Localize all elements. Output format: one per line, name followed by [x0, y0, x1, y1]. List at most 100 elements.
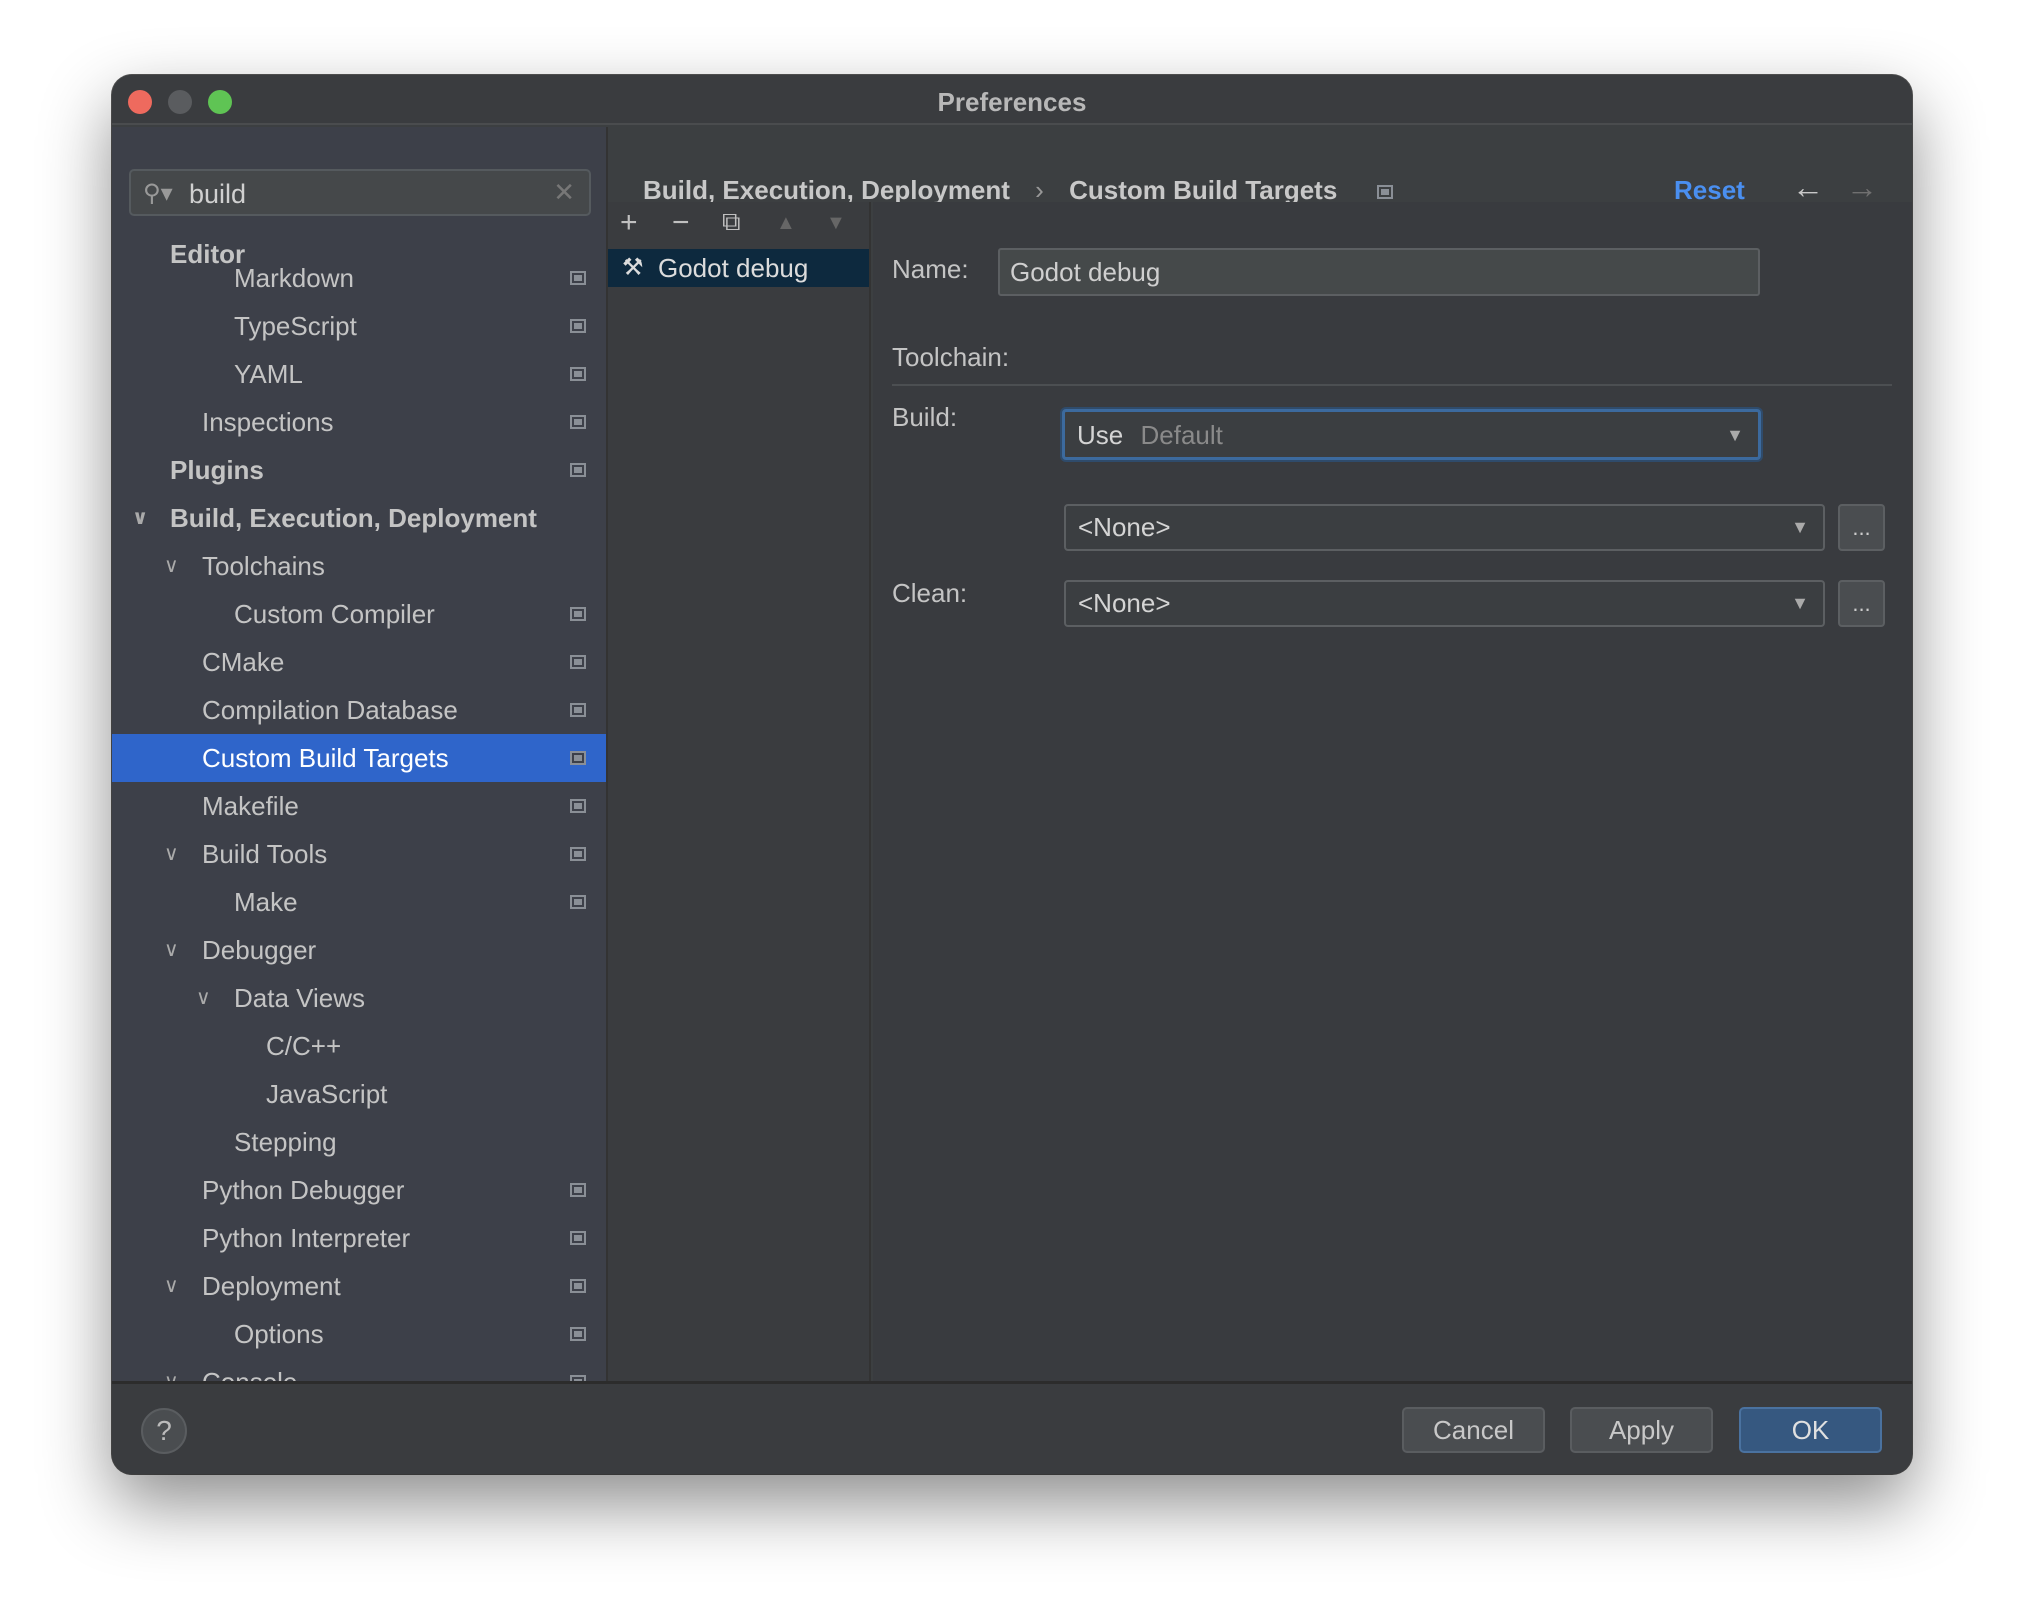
chevron-down-icon[interactable]: ∨ [164, 1262, 179, 1310]
project-settings-icon [570, 1327, 586, 1341]
toolchain-value: Default [1140, 420, 1223, 450]
sidebar-item-label: C/C++ [266, 1031, 342, 1061]
cancel-button[interactable]: Cancel [1402, 1407, 1545, 1453]
sidebar-item-inspections[interactable]: Inspections [112, 398, 606, 446]
window-title: Preferences [937, 87, 1087, 117]
hammer-wrench-icon: ⚒ [622, 254, 644, 281]
toolchain-prefix: Use [1077, 420, 1124, 450]
chevron-down-icon: ▼ [1726, 425, 1744, 445]
preferences-window: Preferences ⚲▾ build ✕ Editor Markdown Ty… [112, 75, 1912, 1474]
sidebar-item-javascript[interactable]: JavaScript [112, 1070, 606, 1118]
target-item-godot-debug[interactable]: ⚒ Godot debug [608, 249, 869, 287]
target-settings-form: Name: Godot debug Toolchain: Use Default… [873, 202, 1912, 1381]
build-browse-button[interactable]: ... [1838, 504, 1885, 551]
add-icon[interactable]: + [620, 206, 638, 240]
sidebar-item-python-debugger[interactable]: Python Debugger [112, 1166, 606, 1214]
sidebar-item-label: Custom Compiler [234, 599, 435, 629]
forward-arrow-icon[interactable]: → [1846, 169, 1878, 206]
project-settings-icon [570, 271, 586, 285]
sidebar-item-compilation-database[interactable]: Compilation Database [112, 686, 606, 734]
sidebar-item-c-c-[interactable]: C/C++ [112, 1022, 606, 1070]
settings-tree: Editor Markdown TypeScript YAML Inspections… [112, 230, 606, 1381]
chevron-down-icon: ▼ [1791, 517, 1809, 537]
sidebar-item-make[interactable]: Make [112, 878, 606, 926]
sidebar-item-stepping[interactable]: Stepping [112, 1118, 606, 1166]
project-settings-icon [570, 463, 586, 477]
project-settings-icon [570, 703, 586, 717]
sidebar-item-label: Python Debugger [202, 1175, 405, 1205]
sidebar-item-label: JavaScript [266, 1079, 388, 1109]
name-value: Godot debug [1010, 257, 1161, 287]
help-button[interactable]: ? [141, 1408, 187, 1454]
sidebar-item-deployment[interactable]: ∨ Deployment [112, 1262, 606, 1310]
sidebar-item-options[interactable]: Options [112, 1310, 606, 1358]
sidebar-item-label: Plugins [170, 455, 264, 485]
project-settings-icon [570, 799, 586, 813]
sidebar-item-cmake[interactable]: CMake [112, 638, 606, 686]
clean-label: Clean: [892, 578, 968, 608]
project-settings-icon [570, 319, 586, 333]
search-value: build [189, 179, 247, 209]
title-bar: Preferences [112, 75, 1912, 125]
build-dropdown[interactable]: <None> ▼ [1064, 504, 1825, 551]
project-settings-icon [570, 847, 586, 861]
project-settings-icon [570, 1279, 586, 1293]
chevron-down-icon[interactable]: ∨ [164, 1358, 179, 1381]
sidebar-item-debugger[interactable]: ∨ Debugger [112, 926, 606, 974]
apply-button[interactable]: Apply [1570, 1407, 1713, 1453]
copy-icon[interactable]: ⧉ [722, 206, 741, 238]
sidebar-item-toolchains[interactable]: ∨ Toolchains [112, 542, 606, 590]
chevron-down-icon: ▼ [1791, 593, 1809, 613]
chevron-down-icon[interactable]: ∨ [164, 926, 179, 974]
chevron-down-icon[interactable]: ∨ [164, 542, 179, 590]
chevron-down-icon[interactable]: ∨ [132, 494, 148, 542]
sidebar-item-console[interactable]: ∨ Console [112, 1358, 606, 1381]
chevron-down-icon[interactable]: ∨ [196, 974, 211, 1022]
back-arrow-icon[interactable]: ← [1792, 169, 1824, 206]
settings-sidebar: ⚲▾ build ✕ Editor Markdown TypeScript YAML… [112, 127, 608, 1381]
sidebar-item-yaml[interactable]: YAML [112, 350, 606, 398]
sidebar-item-custom-compiler[interactable]: Custom Compiler [112, 590, 606, 638]
search-input[interactable]: ⚲▾ build ✕ [129, 169, 591, 216]
toolchain-label: Toolchain: [892, 342, 1010, 372]
project-settings-icon [570, 1183, 586, 1197]
clear-search-icon[interactable]: ✕ [553, 177, 575, 208]
clean-dropdown[interactable]: <None> ▼ [1064, 580, 1825, 627]
sidebar-item-build-execution-deployment[interactable]: ∨ Build, Execution, Deployment [112, 494, 606, 542]
sidebar-item-plugins[interactable]: Plugins [112, 446, 606, 494]
sidebar-item-label: Build Tools [202, 839, 328, 869]
sidebar-item-label: Toolchains [202, 551, 325, 581]
sidebar-item-custom-build-targets[interactable]: Custom Build Targets [112, 734, 606, 782]
sidebar-item-makefile[interactable]: Makefile [112, 782, 606, 830]
breadcrumb-item[interactable]: Build, Execution, Deployment [643, 175, 1010, 205]
sidebar-item-python-interpreter[interactable]: Python Interpreter [112, 1214, 606, 1262]
sidebar-item-label: Options [234, 1319, 324, 1349]
clean-browse-button[interactable]: ... [1838, 580, 1885, 627]
sidebar-item-data-views[interactable]: ∨ Data Views [112, 974, 606, 1022]
project-settings-icon [570, 895, 586, 909]
sidebar-item-label: Makefile [202, 791, 299, 821]
sidebar-item-label: Stepping [234, 1127, 337, 1157]
clean-value: <None> [1078, 588, 1171, 618]
toolchain-dropdown[interactable]: Use Default ▼ [1062, 409, 1761, 460]
sidebar-item-label: Data Views [234, 983, 366, 1013]
remove-icon[interactable]: − [672, 206, 690, 240]
sidebar-item-label: Compilation Database [202, 695, 458, 725]
ok-button[interactable]: OK [1739, 1407, 1882, 1453]
build-value: <None> [1078, 512, 1171, 542]
dialog-footer: ? Cancel Apply OK [112, 1381, 1912, 1474]
sidebar-item-build-tools[interactable]: ∨ Build Tools [112, 830, 606, 878]
move-up-icon[interactable]: ▲ [776, 212, 796, 235]
chevron-down-icon[interactable]: ∨ [164, 830, 179, 878]
sidebar-item-typescript[interactable]: TypeScript [112, 302, 606, 350]
move-down-icon[interactable]: ▼ [826, 212, 846, 235]
tree-sticky-header[interactable]: Editor [112, 230, 606, 269]
project-settings-icon [570, 607, 586, 621]
breadcrumb-separator: › [1035, 175, 1044, 205]
sidebar-item-label: TypeScript [234, 311, 357, 341]
sidebar-item-label: Console [202, 1358, 297, 1381]
sidebar-item-label: CMake [202, 647, 285, 677]
name-field[interactable]: Godot debug [998, 248, 1760, 296]
project-settings-icon [1376, 185, 1393, 200]
project-settings-icon [570, 415, 586, 429]
